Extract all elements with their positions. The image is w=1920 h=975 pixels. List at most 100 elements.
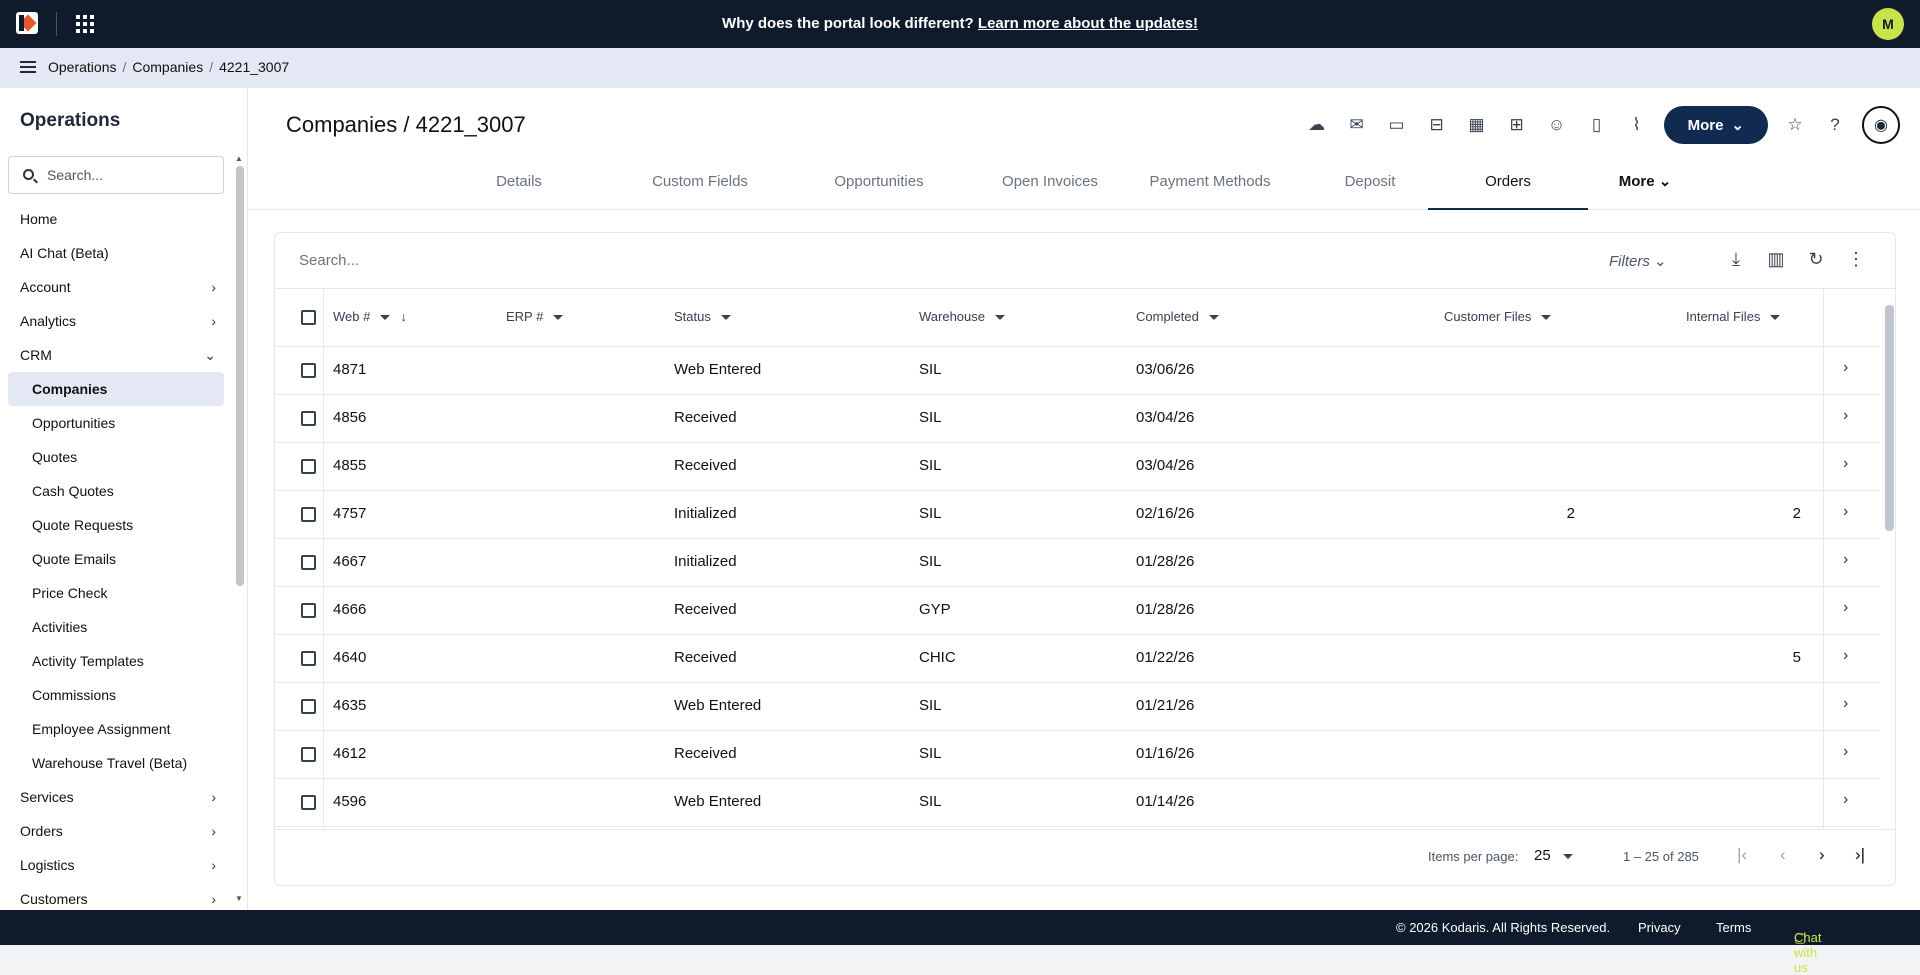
columns-icon[interactable]: ▥ [1765, 249, 1787, 270]
sidebar-item-account[interactable]: Account › [0, 270, 232, 304]
table-row[interactable]: 4667 Initialized SIL 01/28/26 › [275, 539, 1879, 587]
table-row[interactable]: 4640 Received CHIC 01/22/26 5 › [275, 635, 1879, 683]
table-row[interactable]: 4871 Web Entered SIL 03/06/26 › [275, 347, 1879, 395]
select-all-checkbox[interactable] [301, 310, 316, 325]
star-icon[interactable]: ☆ [1782, 112, 1808, 138]
first-page-icon[interactable]: |‹ [1737, 845, 1747, 865]
scroll-up-icon[interactable]: ▲ [235, 154, 243, 163]
row-checkbox[interactable] [301, 459, 316, 474]
sidebar-item-employee-assignment[interactable]: Employee Assignment [0, 712, 232, 746]
table-search-input[interactable]: Search... [299, 252, 359, 269]
column-header-completed[interactable]: Completed [1136, 309, 1219, 324]
person-add-icon[interactable]: ☺ [1544, 112, 1570, 138]
row-checkbox[interactable] [301, 363, 316, 378]
breadcrumb-item[interactable]: Operations [48, 59, 116, 75]
download-icon[interactable]: ⤓ [1725, 249, 1747, 270]
terms-link[interactable]: Terms [1716, 920, 1751, 935]
refresh-icon[interactable]: ↻ [1805, 249, 1827, 270]
table-row[interactable]: 4666 Received GYP 01/28/26 › [275, 587, 1879, 635]
table-scrollbar[interactable] [1885, 305, 1894, 531]
sidebar-item-quote-emails[interactable]: Quote Emails [0, 542, 232, 576]
table-row[interactable]: 4856 Received SIL 03/04/26 › [275, 395, 1879, 443]
table-row[interactable]: 4757 Initialized SIL 02/16/26 2 2 › [275, 491, 1879, 539]
sidebar-item-customers[interactable]: Customers › [0, 882, 232, 910]
table-row[interactable]: 4635 Web Entered SIL 01/21/26 › [275, 683, 1879, 731]
previous-page-icon[interactable]: ‹ [1780, 845, 1786, 865]
row-chevron-right-icon[interactable]: › [1843, 695, 1848, 713]
tab-details[interactable]: Details [460, 168, 578, 210]
menu-icon[interactable] [20, 61, 36, 73]
row-chevron-right-icon[interactable]: › [1843, 503, 1848, 521]
sidebar-item-orders[interactable]: Orders › [0, 814, 232, 848]
tab-custom-fields[interactable]: Custom Fields [616, 168, 784, 210]
tab-opportunities[interactable]: Opportunities [808, 168, 950, 210]
last-page-icon[interactable]: ›| [1855, 845, 1865, 865]
tab-deposit[interactable]: Deposit [1308, 168, 1432, 210]
row-checkbox[interactable] [301, 555, 316, 570]
row-checkbox[interactable] [301, 795, 316, 810]
credit-card-icon[interactable]: ▭ [1384, 112, 1410, 138]
sidebar-item-activities[interactable]: Activities [0, 610, 232, 644]
sidebar-item-price-check[interactable]: Price Check [0, 576, 232, 610]
assistant-bot-icon[interactable]: ◉ [1862, 106, 1900, 144]
row-chevron-right-icon[interactable]: › [1843, 647, 1848, 665]
attachment-icon[interactable]: ⌇ [1624, 112, 1650, 138]
column-header-internal-files[interactable]: Internal Files [1686, 309, 1781, 324]
column-header-warehouse[interactable]: Warehouse [919, 309, 1005, 324]
tab-open-invoices[interactable]: Open Invoices [970, 168, 1130, 210]
row-checkbox[interactable] [301, 507, 316, 522]
scroll-down-icon[interactable]: ▼ [235, 894, 243, 903]
sidebar-item-commissions[interactable]: Commissions [0, 678, 232, 712]
building-icon[interactable]: ▦ [1464, 112, 1490, 138]
sidebar-item-opportunities[interactable]: Opportunities [0, 406, 232, 440]
sidebar-item-ai-chat[interactable]: AI Chat (Beta) [0, 236, 232, 270]
table-row[interactable]: 4596 Web Entered SIL 01/14/26 › [275, 779, 1879, 827]
sidebar-item-crm[interactable]: CRM ⌄ [0, 338, 232, 372]
column-header-customer-files[interactable]: Customer Files [1444, 309, 1552, 324]
more-button[interactable]: More ⌄ [1663, 106, 1768, 144]
file-add-icon[interactable]: ▯ [1584, 112, 1610, 138]
sidebar-item-logistics[interactable]: Logistics › [0, 848, 232, 882]
tab-more[interactable]: More ⌄ [1600, 168, 1690, 210]
help-icon[interactable]: ? [1822, 112, 1848, 138]
gift-card-icon[interactable]: ⊟ [1424, 112, 1450, 138]
sidebar-item-analytics[interactable]: Analytics › [0, 304, 232, 338]
cloud-icon[interactable]: ☁ [1304, 112, 1330, 138]
sort-desc-icon[interactable]: ↓ [400, 309, 407, 324]
column-header-status[interactable]: Status [674, 309, 731, 324]
tab-orders[interactable]: Orders [1428, 168, 1588, 210]
column-header-erp[interactable]: ERP # [506, 309, 564, 324]
row-chevron-right-icon[interactable]: › [1843, 407, 1848, 425]
items-per-page-select[interactable]: 25 [1534, 847, 1573, 864]
row-checkbox[interactable] [301, 603, 316, 618]
sidebar-item-cash-quotes[interactable]: Cash Quotes [0, 474, 232, 508]
row-checkbox[interactable] [301, 747, 316, 762]
next-page-icon[interactable]: › [1819, 845, 1825, 865]
sidebar-item-warehouse-travel[interactable]: Warehouse Travel (Beta) [0, 746, 232, 780]
banner-link[interactable]: Learn more about the updates! [978, 15, 1198, 32]
row-chevron-right-icon[interactable]: › [1843, 359, 1848, 377]
table-row[interactable]: 4855 Received SIL 03/04/26 › [275, 443, 1879, 491]
filters-button[interactable]: Filters ⌄ [1609, 252, 1667, 270]
sidebar-search-input[interactable]: Search... [8, 156, 224, 194]
monitor-add-icon[interactable]: ⊞ [1504, 112, 1530, 138]
user-avatar[interactable]: M [1872, 8, 1904, 40]
sidebar-item-activity-templates[interactable]: Activity Templates [0, 644, 232, 678]
privacy-link[interactable]: Privacy [1638, 920, 1681, 935]
sidebar-scrollbar[interactable] [236, 166, 244, 586]
row-chevron-right-icon[interactable]: › [1843, 551, 1848, 569]
row-checkbox[interactable] [301, 411, 316, 426]
row-checkbox[interactable] [301, 651, 316, 666]
row-chevron-right-icon[interactable]: › [1843, 455, 1848, 473]
sidebar-item-services[interactable]: Services › [0, 780, 232, 814]
row-chevron-right-icon[interactable]: › [1843, 791, 1848, 809]
mail-icon[interactable]: ✉ [1344, 112, 1370, 138]
sidebar-item-quote-requests[interactable]: Quote Requests [0, 508, 232, 542]
row-checkbox[interactable] [301, 699, 316, 714]
row-chevron-right-icon[interactable]: › [1843, 599, 1848, 617]
breadcrumb-item[interactable]: Companies [132, 59, 203, 75]
column-header-web[interactable]: Web # ↓ [333, 309, 407, 324]
table-row[interactable]: 4612 Received SIL 01/16/26 › [275, 731, 1879, 779]
sidebar-item-quotes[interactable]: Quotes [0, 440, 232, 474]
row-chevron-right-icon[interactable]: › [1843, 743, 1848, 761]
